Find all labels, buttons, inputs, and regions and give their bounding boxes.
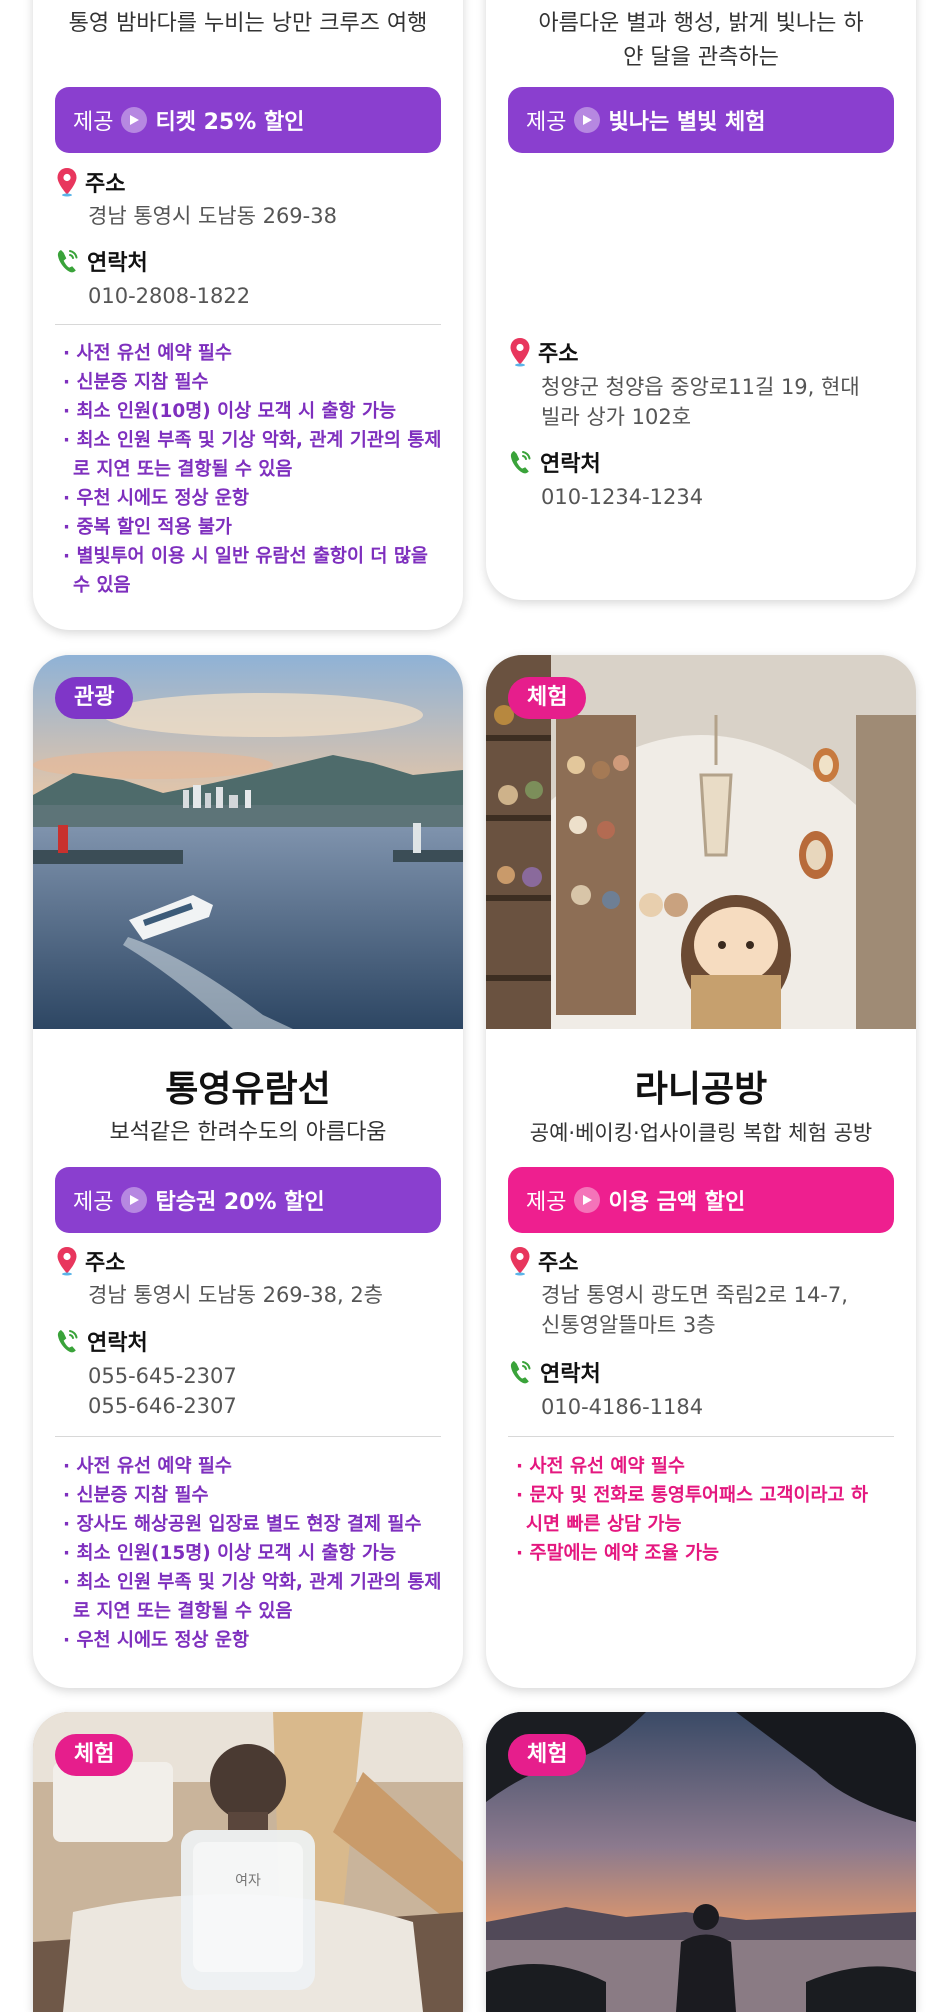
card-cruise-night: 통영 밤바다를 누비는 낭만 크루즈 여행 제공 티켓 25% 할인 주소 경남…	[33, 0, 463, 630]
location-pin-icon	[510, 338, 530, 367]
note-item: · 별빛투어 이용 시 일반 유람선 출항이 더 많을 수 있음	[63, 546, 428, 596]
phone-icon	[510, 1361, 531, 1384]
note-item: · 장사도 해상공원 입장료 별도 현장 결제 필수	[63, 1514, 422, 1535]
address-label-row: 주소	[508, 336, 578, 368]
phone-icon	[57, 1330, 78, 1353]
bottle-label: 여자	[235, 1873, 261, 1889]
offer-label: 제공	[526, 110, 567, 135]
card-subtitle: 통영 밤바다를 누비는 낭만 크루즈 여행	[68, 11, 428, 36]
note-item: · 신분증 지참 필수	[63, 1485, 209, 1506]
offer-banner[interactable]: 제공 티켓 25% 할인	[55, 87, 441, 153]
offer-text: 이용 금액 할인	[608, 1190, 746, 1215]
note-item: · 신분증 지참 필수	[63, 372, 209, 393]
card-sunset-experience[interactable]: 체험	[486, 1712, 916, 2012]
divider	[55, 324, 441, 325]
card-stargazing: 아름다운 별과 행성, 밝게 빛나는 하얀 달을 관측하는 제공 빛나는 별빛 …	[486, 0, 916, 600]
phone-value[interactable]: 010-1234-1234	[541, 482, 900, 512]
contact-label: 연락처	[540, 452, 601, 477]
offer-banner[interactable]: 제공 탑승권 20% 할인	[55, 1167, 441, 1233]
contact-label-row: 연락처	[508, 446, 601, 478]
phone-icon	[510, 451, 531, 474]
category-badge: 체험	[508, 1734, 587, 1776]
contact-label: 연락처	[87, 1331, 148, 1356]
offer-label: 제공	[526, 1190, 567, 1215]
card-tongyeong-cruise[interactable]: 관광 통영유람선 보석같은 한려수도의 아름다움 제공 탑승권 20% 할인 주…	[33, 655, 463, 1688]
card-perfume-experience[interactable]: 체험 여자	[33, 1712, 463, 2012]
chevron-right-icon	[121, 107, 148, 133]
note-item: · 최소 인원(15명) 이상 모객 시 출항 가능	[63, 1543, 397, 1564]
note-item: · 문자 및 전화로 통영투어패스 고객이라고 하시면 빠른 상담 가능	[516, 1485, 869, 1535]
address-label-row: 주소	[55, 1245, 125, 1277]
note-item: · 우천 시에도 정상 운항	[63, 488, 249, 509]
address-label: 주소	[538, 342, 579, 367]
contact-label: 연락처	[540, 1362, 601, 1387]
contact-label-row: 연락처	[508, 1356, 601, 1388]
phone-value[interactable]: 010-2808-1822	[88, 281, 447, 311]
contact-label: 연락처	[87, 251, 148, 276]
note-item: · 사전 유선 예약 필수	[63, 1456, 232, 1477]
note-item: · 최소 인원 부족 및 기상 악화, 관계 기관의 통제로 지연 또는 결항될…	[63, 1572, 442, 1622]
phone-value-1[interactable]: 055-645-2307	[88, 1361, 447, 1391]
note-item: · 최소 인원(10명) 이상 모객 시 출항 가능	[63, 401, 397, 422]
offer-label: 제공	[73, 110, 114, 135]
category-badge: 체험	[55, 1734, 134, 1776]
offer-text: 빛나는 별빛 체험	[608, 110, 766, 135]
phone-value[interactable]: 010-4186-1184	[541, 1392, 900, 1422]
address-label: 주소	[85, 172, 126, 197]
notes-list: · 사전 유선 예약 필수 · 신분증 지참 필수 · 장사도 해상공원 입장료…	[63, 1452, 443, 1655]
offer-banner[interactable]: 제공 빛나는 별빛 체험	[508, 87, 894, 153]
phone-icon	[57, 250, 78, 273]
category-badge: 체험	[508, 677, 587, 719]
card-subtitle: 아름다운 별과 행성, 밝게 빛나는 하얀 달을 관측하는	[538, 11, 864, 70]
divider	[508, 1436, 894, 1437]
chevron-right-icon	[121, 1187, 148, 1213]
category-badge: 관광	[55, 677, 134, 719]
address-value: 청양군 청양읍 중앙로11길 19, 현대빌라 상가 102호	[541, 375, 860, 429]
phone-value-2[interactable]: 055-646-2307	[88, 1391, 447, 1421]
card-subtitle: 보석같은 한려수도의 아름다움	[109, 1120, 387, 1145]
address-value: 경남 통영시 광도면 죽림2로 14-7, 신통영알뜰마트 3층	[541, 1283, 848, 1337]
location-pin-icon	[510, 1247, 530, 1276]
contact-label-row: 연락처	[55, 245, 148, 277]
address-label-row: 주소	[55, 166, 125, 198]
contact-label-row: 연락처	[55, 1325, 148, 1357]
location-pin-icon	[57, 1247, 77, 1276]
offer-banner[interactable]: 제공 이용 금액 할인	[508, 1167, 894, 1233]
note-item: · 주말에는 예약 조율 가능	[516, 1543, 719, 1564]
address-value: 경남 통영시 도남동 269-38	[88, 204, 337, 228]
note-item: · 최소 인원 부족 및 기상 악화, 관계 기관의 통제로 지연 또는 결항될…	[63, 430, 442, 480]
offer-text: 탑승권 20% 할인	[155, 1190, 325, 1215]
chevron-right-icon	[574, 107, 601, 133]
note-item: · 우천 시에도 정상 운항	[63, 1630, 249, 1651]
card-title: 통영유람선	[165, 1069, 331, 1110]
address-label: 주소	[538, 1251, 579, 1276]
address-value: 경남 통영시 도남동 269-38, 2층	[88, 1283, 383, 1307]
note-item: · 중복 할인 적용 불가	[63, 517, 232, 538]
notes-list: · 사전 유선 예약 필수 · 신분증 지참 필수 · 최소 인원(10명) 이…	[63, 339, 443, 600]
chevron-right-icon	[574, 1187, 601, 1213]
location-pin-icon	[57, 168, 77, 197]
card-rani-workshop[interactable]: 체험 라니공방 공예·베이킹·업사이클링 복합 체험 공방 제공 이용 금액 할…	[486, 655, 916, 1688]
offer-label: 제공	[73, 1190, 114, 1215]
offer-text: 티켓 25% 할인	[155, 110, 305, 135]
divider	[55, 1436, 441, 1437]
note-item: · 사전 유선 예약 필수	[516, 1456, 685, 1477]
card-subtitle: 공예·베이킹·업사이클링 복합 체험 공방	[529, 1121, 873, 1145]
card-title: 라니공방	[634, 1069, 768, 1110]
address-label: 주소	[85, 1251, 126, 1276]
address-label-row: 주소	[508, 1245, 578, 1277]
note-item: · 사전 유선 예약 필수	[63, 343, 232, 364]
notes-list: · 사전 유선 예약 필수 · 문자 및 전화로 통영투어패스 고객이라고 하시…	[516, 1452, 876, 1568]
